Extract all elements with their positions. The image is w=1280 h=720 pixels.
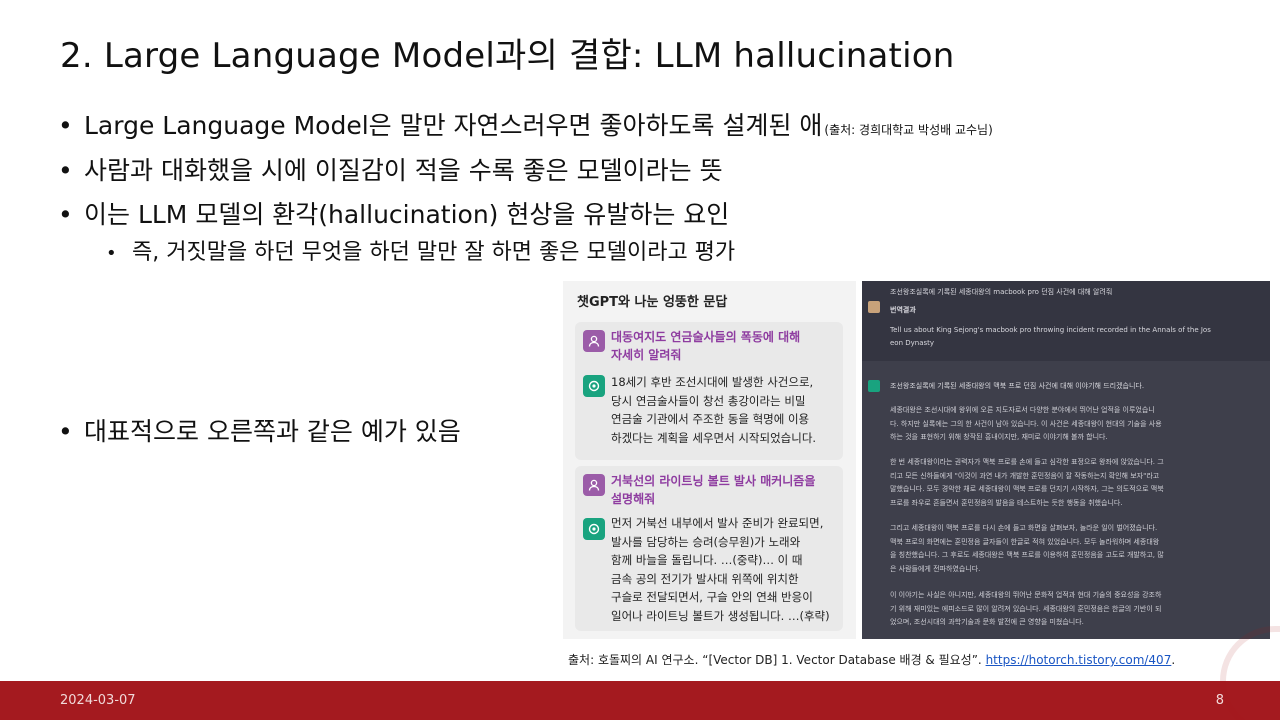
source-link[interactable]: https://hotorch.tistory.com/407 [986, 653, 1172, 667]
user-avatar [868, 301, 880, 313]
image-source-caption: 출처: 호돌찌의 AI 연구소. “[Vector DB] 1. Vector … [568, 653, 1176, 667]
university-seal-watermark [1220, 626, 1280, 720]
answer-intro: 조선왕조실록에 기록된 세종대왕의 맥북 프로 던짐 사건에 대해 이야기해 드… [890, 382, 1145, 390]
question-text: 대동여지도 연금술사들의 폭동에 대해 자세히 알려줘 [611, 330, 801, 362]
qa-card: 대동여지도 연금술사들의 폭동에 대해 자세히 알려줘 18세기 후반 조선시대… [575, 322, 843, 460]
bullet-item: • 대표적으로 오른쪽과 같은 예가 있음 [58, 412, 461, 448]
bullet-glyph: • [58, 200, 73, 229]
chatgpt-icon [868, 380, 880, 392]
bullet-glyph: • [58, 417, 73, 446]
sub-bullet-text: 즉, 거짓말을 하던 무엇을 하던 말만 잘 하면 좋은 모델이라고 평가 [132, 240, 736, 265]
bullet-text: 사람과 대화했을 시에 이질감이 적을 수록 좋은 모델이라는 뜻 [84, 156, 723, 185]
qa-card: 거북선의 라이트닝 볼트 발사 매커니즘을 설명해줘 먼저 거북선 내부에서 발… [575, 466, 843, 631]
bullet-item: • 사람과 대화했을 시에 이질감이 적을 수록 좋은 모델이라는 뜻 [58, 151, 723, 187]
chatgpt-dark-screenshot: 조선왕조실록에 기록된 세종대왕의 macbook pro 던짐 사건에 대해 … [862, 281, 1270, 639]
bullet-text: Large Language Model은 말만 자연스러우면 좋아하도록 설계… [84, 111, 823, 140]
sub-bullet-item: • 즉, 거짓말을 하던 무엇을 하던 말만 잘 하면 좋은 모델이라고 평가 [106, 234, 735, 266]
prompt-en-line: eon Dynasty [890, 339, 935, 347]
footer-date: 2024-03-07 [60, 693, 136, 708]
page-number: 8 [1215, 693, 1224, 708]
prompt-en-line: Tell us about King Sejong's macbook pro … [890, 326, 1211, 334]
chatgpt-icon [583, 518, 605, 540]
bullet-glyph: • [106, 243, 117, 264]
answer-paragraph: 이 이야기는 사실은 아니지만, 세종대왕의 뛰어난 문화적 업적과 현대 기술… [890, 591, 1162, 626]
user-icon [583, 474, 605, 496]
slide-title: 2. Large Language Model과의 결합: LLM halluc… [60, 36, 955, 76]
chatgpt-qa-screenshot: 챗GPT와 나눈 엉뚱한 문답 대동여지도 연금술사들의 폭동에 대해 자세히 … [563, 281, 856, 639]
chatgpt-icon [583, 375, 605, 397]
bullet-item: • Large Language Model은 말만 자연스러우면 좋아하도록 … [58, 106, 993, 142]
answer-paragraph: 세종대왕은 조선시대에 왕위에 오른 지도자로서 다양한 분야에서 뛰어난 업적… [890, 406, 1162, 441]
bullet-text: 이는 LLM 모델의 환각(hallucination) 현상을 유발하는 요인 [84, 200, 730, 229]
question-text: 거북선의 라이트닝 볼트 발사 매커니즘을 설명해줘 [611, 474, 816, 506]
answer-text: 18세기 후반 조선시대에 발생한 사건으로, 당시 연금술사들이 창선 총강이… [611, 375, 817, 445]
chat-heading: 챗GPT와 나눈 엉뚱한 문답 [577, 295, 728, 310]
answer-paragraph: 그리고 세종대왕이 맥북 프로를 다시 손에 들고 화면을 살펴보자, 놀라운 … [890, 524, 1164, 573]
translate-label: 번역결과 [890, 306, 916, 314]
user-icon [583, 330, 605, 352]
bullet-text: 대표적으로 오른쪽과 같은 예가 있음 [84, 417, 461, 446]
bullet-glyph: • [58, 156, 73, 185]
bullet-glyph: • [58, 111, 73, 140]
answer-text: 먼저 거북선 내부에서 발사 준비가 완료되면, 발사를 담당하는 승려(승무원… [611, 516, 830, 623]
prompt-ko: 조선왕조실록에 기록된 세종대왕의 macbook pro 던짐 사건에 대해 … [890, 288, 1113, 296]
answer-paragraph: 한 번 세종대왕이라는 권력자가 맥북 프로를 손에 들고 심각한 표정으로 왕… [890, 458, 1164, 507]
bullet-source-note: (출처: 경희대학교 박성배 교수님) [824, 123, 993, 137]
slide-footer: 2024-03-07 8 [0, 626, 1280, 720]
bullet-item: • 이는 LLM 모델의 환각(hallucination) 현상을 유발하는 … [58, 195, 729, 231]
